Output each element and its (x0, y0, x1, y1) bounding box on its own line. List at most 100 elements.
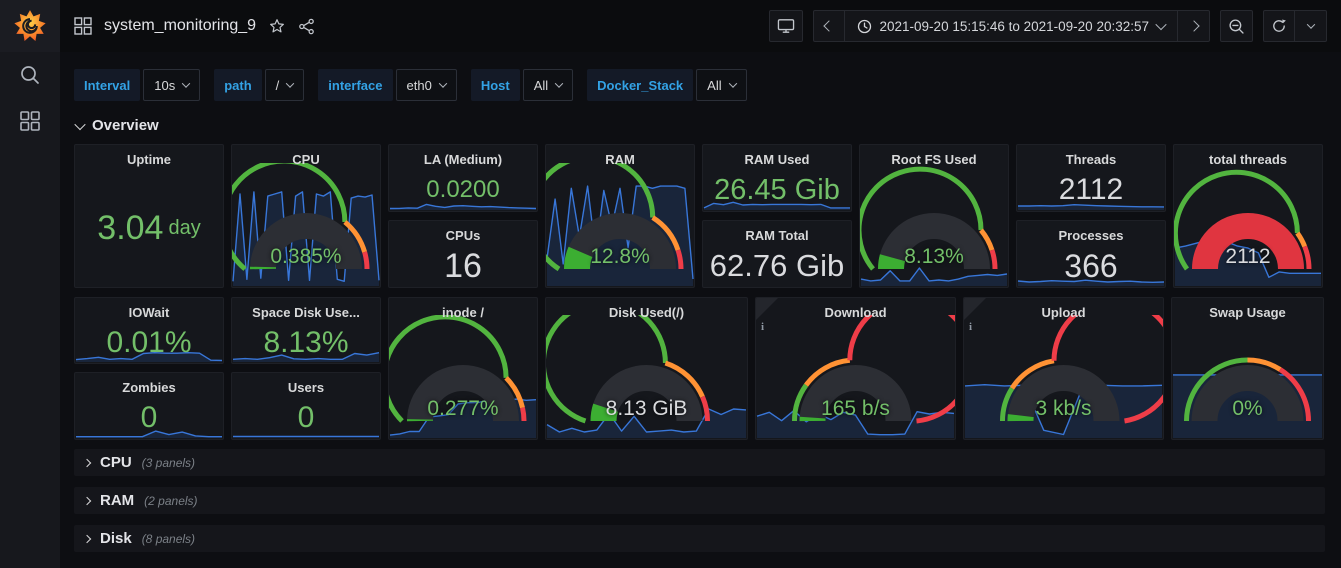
panel-title[interactable]: Uptime (75, 145, 223, 167)
stat-number: 16 (444, 246, 482, 285)
filter-docker_stack: Docker_Stack All (587, 69, 747, 101)
stat-number: 0.0200 (426, 176, 500, 203)
panel-value: 26.45 Gib (703, 169, 851, 211)
template-variables-row: Interval 10s path / interface eth0 Host All Dock… (74, 69, 1325, 101)
panel-cell: Root FS Used 8.13% (859, 144, 1009, 288)
panel-value: 62.76 Gib (703, 245, 851, 287)
filter-host: Host All (470, 69, 574, 101)
panel-title[interactable]: Swap Usage (1172, 298, 1323, 320)
panel-value: 2112 (1225, 245, 1271, 268)
refresh-button[interactable] (1263, 10, 1295, 42)
collapsed-row-count: (2 panels) (144, 493, 198, 508)
stat-number: 0 (297, 401, 315, 434)
collapsed-row-disk[interactable]: Disk (8 panels) (74, 525, 1325, 552)
tv-kiosk-button[interactable] (768, 10, 803, 42)
chevron-right-icon (82, 534, 92, 543)
filter-value-dropdown[interactable]: / (264, 69, 305, 101)
refresh-icon (1273, 19, 1286, 32)
panel-title[interactable]: RAM (546, 145, 694, 167)
panel-processes: Processes 366 (1016, 220, 1166, 288)
filter-value-dropdown[interactable]: All (522, 69, 574, 101)
refresh-interval-button[interactable] (1295, 10, 1327, 42)
panel-space-disk-use: Space Disk Use... 8.13% (231, 297, 381, 364)
panel-title[interactable]: Threads (1017, 145, 1165, 167)
row-overview-header[interactable]: Overview (74, 117, 1325, 134)
sidebar-dashboards[interactable] (0, 98, 60, 144)
panel-cpus: CPUs 16 (388, 220, 538, 288)
dashboards-grid-icon (20, 111, 40, 131)
time-forward-button[interactable] (1178, 10, 1210, 42)
grafana-flame-icon (14, 10, 46, 41)
panel-title[interactable]: Space Disk Use... (232, 298, 380, 320)
panel-title[interactable]: RAM Used (703, 145, 851, 167)
panel-cell: Threads 2112 Processes 366 (1016, 144, 1166, 288)
filter-value-dropdown[interactable]: 10s (143, 69, 201, 101)
time-back-button[interactable] (812, 10, 845, 42)
panel-title[interactable]: Zombies (75, 373, 223, 395)
collapsed-row-cpu[interactable]: CPU (3 panels) (74, 449, 1325, 476)
filter-interval: Interval 10s (74, 69, 201, 101)
chevron-down-icon (438, 79, 448, 88)
time-range-picker[interactable]: 2021-09-20 15:15:46 to 2021-09-20 20:32:… (844, 10, 1178, 42)
panel-title[interactable]: Disk Used(/) (546, 298, 747, 320)
info-corner-icon[interactable]: i (964, 298, 986, 333)
chevron-down-icon (554, 79, 564, 88)
panel-value: 8.13% (232, 322, 380, 363)
grafana-logo[interactable] (0, 0, 60, 52)
panel-cell: CPU 0.385% (231, 144, 381, 288)
share-icon[interactable] (298, 18, 315, 35)
panel-ram-used: RAM Used 26.45 Gib (702, 144, 852, 212)
panel-ram: RAM 12.8% (545, 144, 695, 288)
panel-title[interactable]: Root FS Used (860, 145, 1008, 167)
panel-title[interactable]: CPUs (389, 221, 537, 243)
dashboard-area: Interval 10s path / interface eth0 Host All Dock… (60, 52, 1341, 568)
panel-title[interactable]: Upload (964, 298, 1163, 320)
collapsed-rows: CPU (3 panels) RAM (2 panels) Disk (8 panels) (74, 449, 1325, 552)
panel-cell: i Download 165 b/s (755, 297, 956, 440)
panel-title[interactable]: total threads (1174, 145, 1322, 167)
info-corner-icon[interactable]: i (756, 298, 778, 333)
filter-value-dropdown[interactable]: eth0 (395, 69, 457, 101)
filter-label-interface[interactable]: interface (318, 69, 393, 101)
zoom-out-icon (1229, 18, 1244, 34)
panel-row: Uptime 3.04 day CPU 0.385% LA (Medium) 0.0200 C… (74, 144, 1325, 288)
tv-kiosk-icon (777, 19, 794, 33)
panel-la-medium: LA (Medium) 0.0200 (388, 144, 538, 212)
filter-label-docker_stack[interactable]: Docker_Stack (587, 69, 694, 101)
panel-title[interactable]: IOWait (75, 298, 223, 320)
panel-title[interactable]: RAM Total (703, 221, 851, 243)
filter-label-path[interactable]: path (214, 69, 262, 101)
panel-cell: total threads 2112 (1173, 144, 1323, 288)
panel-value: 0.01% (75, 322, 223, 363)
collapsed-row-ram[interactable]: RAM (2 panels) (74, 487, 1325, 514)
filter-label-host[interactable]: Host (470, 69, 520, 101)
panel-title[interactable]: LA (Medium) (389, 145, 537, 167)
star-icon[interactable] (268, 17, 286, 35)
panel-cell: Uptime 3.04 day (74, 144, 224, 288)
panel-title[interactable]: CPU (232, 145, 380, 167)
panel-title[interactable]: Download (756, 298, 955, 320)
panel-title[interactable]: Users (232, 373, 380, 395)
chevron-right-icon (82, 496, 92, 505)
filter-value-text: / (275, 77, 280, 93)
dashboard-grid-icon[interactable] (74, 17, 92, 35)
panel-value: 8.13% (904, 245, 964, 268)
filter-value-text: eth0 (406, 77, 432, 93)
time-range-text: 2021-09-20 15:15:46 to 2021-09-20 20:32:… (879, 18, 1149, 34)
filter-label-interval[interactable]: Interval (74, 69, 141, 101)
panel-value: 0.385% (270, 245, 342, 268)
panel-value: 0% (1232, 397, 1263, 420)
stat-number: 0 (140, 401, 158, 434)
panel-cell: Swap Usage 0% (1171, 297, 1324, 440)
filter-value-text: All (707, 77, 722, 93)
filter-value-dropdown[interactable]: All (696, 69, 747, 101)
refresh-group (1263, 10, 1327, 42)
panel-title[interactable]: Processes (1017, 221, 1165, 243)
zoom-out-button[interactable] (1220, 10, 1253, 42)
panel-ram-total: RAM Total 62.76 Gib (702, 220, 852, 288)
panel-title[interactable]: inode / (389, 298, 537, 320)
sidebar-search[interactable] (0, 52, 60, 98)
panel-cell: Space Disk Use... 8.13% Users 0 (231, 297, 381, 440)
dashboard-title[interactable]: system_monitoring_9 (104, 17, 256, 35)
stat-number: 366 (1064, 247, 1118, 284)
